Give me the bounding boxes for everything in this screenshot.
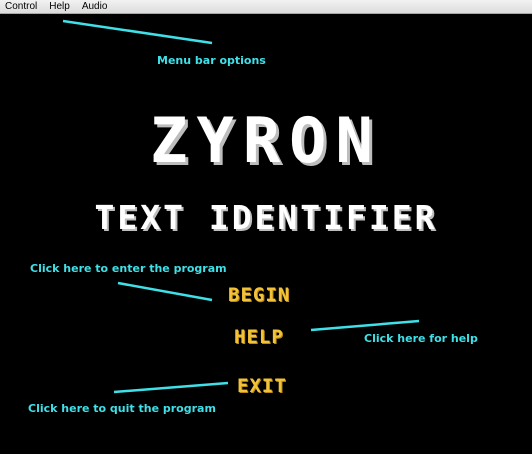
menu-bar-annotation: Menu bar options xyxy=(157,54,266,67)
exit-pointer-line xyxy=(113,381,229,394)
begin-annotation: Click here to enter the program xyxy=(30,262,227,275)
help-annotation: Click here for help xyxy=(364,332,478,345)
begin-pointer-line xyxy=(117,281,213,302)
exit-annotation: Click here to quit the program xyxy=(28,402,216,415)
help-pointer-line xyxy=(310,319,420,332)
annotation-arrows xyxy=(62,19,420,394)
menu-pointer-line xyxy=(62,19,213,45)
app-window: Control Help Audio ZYRON TEXT IDENTIFIER… xyxy=(0,0,532,454)
